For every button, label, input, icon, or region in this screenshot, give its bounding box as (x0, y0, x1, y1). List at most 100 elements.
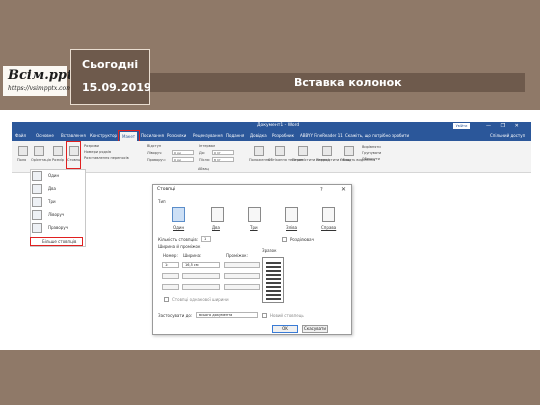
site-logo: Всім.pptx https://vsimpptx.com (3, 66, 81, 96)
menu-view[interactable]: Подання (226, 133, 244, 138)
size-icon[interactable] (53, 146, 63, 156)
close-icon[interactable]: ✕ (341, 186, 346, 193)
separator-label: Розділювач (290, 237, 314, 242)
menu-developer[interactable]: Розробник (272, 133, 294, 138)
indent-group-label: Відступ (147, 144, 162, 148)
menu-share[interactable]: Спільний доступ (490, 133, 525, 138)
preview-label: Зразок (262, 248, 277, 253)
indent-left-label: Ліворуч: (147, 151, 163, 155)
row-number-empty (162, 284, 179, 290)
group-button[interactable]: Групувати (362, 151, 381, 155)
menu-help[interactable]: Довідка (250, 133, 267, 138)
preset-three-label: Три (250, 225, 258, 230)
position-icon[interactable] (254, 146, 264, 156)
two-columns-icon (32, 184, 42, 194)
slide: Всім.pptx https://vsimpptx.com Сьогодні … (0, 0, 540, 405)
logo-url: https://vsimpptx.com (8, 85, 72, 92)
preview-line (266, 262, 281, 264)
menu-references[interactable]: Посилання (141, 133, 164, 138)
breaks-button[interactable]: Розриви (84, 144, 99, 148)
preset-three-icon[interactable] (248, 207, 261, 222)
preview-line (266, 270, 281, 272)
date-card-header: Сьогодні (82, 58, 139, 71)
position-label: Положення (249, 158, 271, 162)
dropdown-item-label: Ліворуч (48, 212, 65, 217)
equal-width-label: Стовпці однакової ширини (172, 297, 229, 302)
dropdown-item-label: Два (48, 186, 56, 191)
menu-review[interactable]: Рецензування (193, 133, 223, 138)
bring-forward-icon[interactable] (298, 146, 308, 156)
line-numbers-button[interactable]: Номери рядків (84, 150, 111, 154)
window-controls[interactable]: — ❐ ✕ (486, 123, 523, 129)
dropdown-item-label: Один (48, 173, 60, 178)
col-width-header: Ширина: (183, 253, 202, 258)
margins-icon[interactable] (18, 146, 28, 156)
spacing-after-label: Після: (199, 158, 211, 162)
num-columns-label: Кількість стовпців: (158, 237, 199, 242)
columns-highlight (66, 141, 81, 169)
cancel-button[interactable]: Скасувати (302, 325, 328, 333)
preview-line (266, 290, 281, 292)
more-columns-button[interactable]: Більше стовпців (42, 239, 76, 244)
spacing-before-label: До: (199, 151, 206, 155)
preset-left-label: Зліва (286, 225, 298, 230)
indent-left-input[interactable]: 0 см (172, 150, 194, 155)
width-input-empty (182, 273, 220, 279)
preview-line (266, 282, 281, 284)
one-column-icon (32, 171, 42, 181)
wrap-text-icon[interactable] (275, 146, 285, 156)
align-button[interactable]: Вирівняти (362, 145, 381, 149)
preview-line (266, 294, 281, 296)
left-column-icon (32, 210, 42, 220)
orientation-icon[interactable] (34, 146, 44, 156)
menu-abbyy[interactable]: ABBYY FineReader 11 (300, 133, 343, 138)
preview-image (262, 257, 284, 303)
num-columns-input[interactable]: 1 (201, 236, 211, 242)
spacing-input-empty (224, 273, 260, 279)
apply-to-select[interactable]: всього документа (196, 312, 258, 318)
rotate-button[interactable]: Обернути (362, 157, 380, 161)
width-input-empty (182, 284, 220, 290)
dropdown-item-label: Три (48, 199, 56, 204)
preset-one-icon[interactable] (172, 207, 185, 222)
help-icon[interactable]: ? (320, 187, 323, 193)
preset-type-label: Тип (158, 199, 166, 204)
spacing-input[interactable] (224, 262, 260, 268)
margins-label: Поля (17, 158, 27, 162)
preset-one-label: Один (173, 225, 185, 230)
preset-two-icon[interactable] (211, 207, 224, 222)
width-spacing-label: Ширина й проміжок (158, 244, 201, 249)
spacing-input-empty (224, 284, 260, 290)
new-column-checkbox[interactable] (262, 313, 267, 318)
dropdown-item-label: Праворуч (48, 225, 69, 230)
indent-right-label: Праворуч: (147, 158, 166, 162)
preset-right-label: Справа (321, 225, 337, 230)
login-button[interactable]: Увійти (453, 123, 470, 129)
spacing-before-input[interactable]: 0 пт (212, 150, 234, 155)
tell-me-search[interactable]: Скажіть, що потрібно зробити (345, 133, 409, 138)
equal-width-checkbox[interactable] (164, 297, 169, 302)
selection-pane-icon[interactable] (344, 146, 354, 156)
right-column-icon (32, 223, 42, 233)
ok-button[interactable]: OK (272, 325, 298, 333)
width-input[interactable]: 16,5 см (182, 262, 220, 268)
menu-file[interactable]: Файл (15, 133, 26, 138)
hyphenation-button[interactable]: Розставлення переносів (84, 156, 129, 160)
size-label: Розмір (52, 158, 64, 162)
preset-left-icon[interactable] (285, 207, 298, 222)
send-backward-icon[interactable] (322, 146, 332, 156)
spacing-after-input[interactable]: 8 пт (212, 157, 234, 162)
separator-checkbox[interactable] (282, 237, 287, 242)
word-document-title: Документ1 - Word (257, 123, 300, 128)
col-spacing-header: Проміжок: (226, 253, 248, 258)
menu-insert[interactable]: Вставлення (61, 133, 86, 138)
row-number-empty (162, 273, 179, 279)
preset-right-icon[interactable] (322, 207, 335, 222)
menu-mailings[interactable]: Розсилки (167, 133, 186, 138)
menu-design[interactable]: Конструктор (90, 133, 117, 138)
row-number: 1: (162, 262, 179, 268)
menu-home[interactable]: Основне (36, 133, 54, 138)
col-number-header: Номер: (163, 253, 178, 258)
paragraph-group-label: Абзац (198, 167, 209, 171)
indent-right-input[interactable]: 0 см (172, 157, 194, 162)
